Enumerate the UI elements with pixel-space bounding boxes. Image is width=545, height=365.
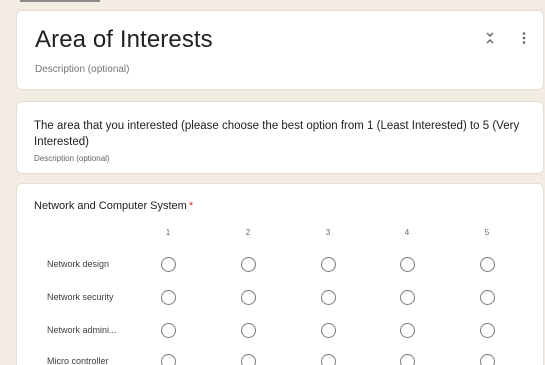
radio-row-2-col-5[interactable]: [479, 290, 495, 305]
radio-row-2-col-4[interactable]: [399, 290, 415, 305]
question-text[interactable]: The area that you interested (please cho…: [34, 118, 539, 150]
radio-row-3-col-1[interactable]: [160, 323, 176, 338]
radio-row-4-col-3[interactable]: [320, 354, 336, 365]
more-vertical-icon[interactable]: [519, 31, 529, 45]
grid-question-title-text: Network and Computer System: [34, 200, 187, 212]
column-header-1: 1: [165, 228, 171, 237]
radio-row-3-col-4[interactable]: [399, 323, 415, 338]
column-header-3: 3: [325, 228, 331, 237]
radio-row-2-col-2[interactable]: [240, 290, 256, 305]
question-description[interactable]: Description (optional): [34, 154, 110, 163]
column-header-4: 4: [404, 228, 410, 237]
radio-row-3-col-3[interactable]: [320, 323, 336, 338]
radio-row-3-col-5[interactable]: [479, 323, 495, 338]
radio-row-3-col-2[interactable]: [240, 323, 256, 338]
required-asterisk: *: [188, 200, 194, 212]
row-label: Network design: [47, 259, 110, 269]
radio-row-1-col-3[interactable]: [320, 257, 336, 272]
grid-question-title: Network and Computer System *: [34, 200, 193, 212]
section-title[interactable]: Area of Interests: [35, 26, 213, 54]
grid-question-card: Network and Computer System * 1 2 3 4 5 Networ…: [16, 183, 544, 365]
column-header-2: 2: [245, 228, 251, 237]
row-label: Network admini...: [47, 325, 117, 335]
header-accent-strip: [20, 0, 100, 2]
radio-row-4-col-5[interactable]: [479, 354, 495, 365]
radio-row-1-col-1[interactable]: [160, 257, 176, 272]
radio-row-1-col-2[interactable]: [240, 257, 256, 272]
radio-row-4-col-2[interactable]: [240, 354, 256, 365]
radio-row-4-col-4[interactable]: [399, 354, 415, 365]
radio-row-2-col-3[interactable]: [320, 290, 336, 305]
radio-row-1-col-5[interactable]: [479, 257, 495, 272]
question-text-card: The area that you interested (please cho…: [16, 101, 544, 174]
radio-row-4-col-1[interactable]: [160, 354, 176, 365]
radio-row-1-col-4[interactable]: [399, 257, 415, 272]
radio-row-2-col-1[interactable]: [160, 290, 176, 305]
section-header-card: Area of Interests Description (optional): [16, 10, 544, 90]
row-label: Micro controller: [47, 356, 109, 365]
row-label: Network security: [47, 292, 114, 302]
column-header-5: 5: [484, 228, 490, 237]
section-description[interactable]: Description (optional): [35, 64, 130, 75]
collapse-chevrons-icon[interactable]: [483, 31, 497, 45]
